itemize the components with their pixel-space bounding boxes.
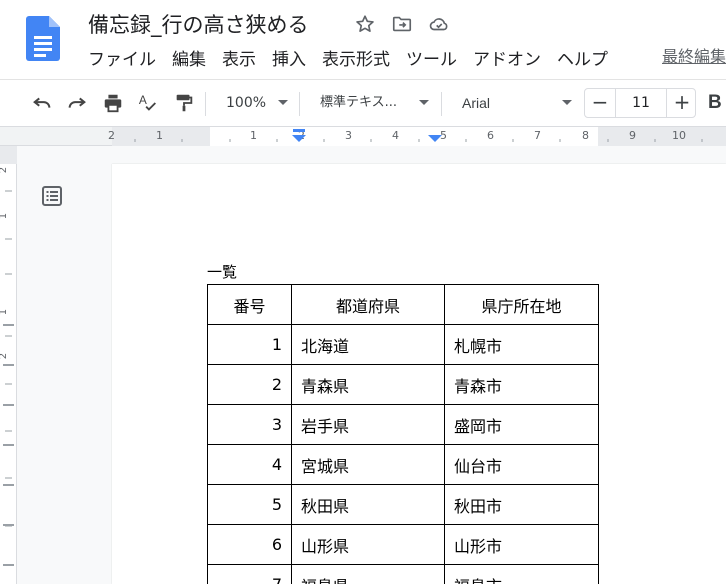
- menu-insert[interactable]: 挿入: [264, 46, 314, 74]
- header-number[interactable]: 番号: [207, 284, 292, 325]
- last-edit-link[interactable]: 最終編集: [662, 46, 726, 68]
- table-cell[interactable]: 6: [207, 524, 292, 565]
- menu-view[interactable]: 表示: [214, 46, 264, 74]
- redo-icon[interactable]: [65, 91, 89, 115]
- table-cell[interactable]: 北海道: [291, 324, 445, 365]
- font-size-input[interactable]: 11: [615, 89, 667, 117]
- header-capital[interactable]: 県庁所在地: [444, 284, 599, 325]
- font-size-stepper: − 11 +: [584, 88, 696, 118]
- increase-font-size-button[interactable]: +: [667, 89, 697, 117]
- menu-file[interactable]: ファイル: [80, 46, 164, 74]
- table-cell[interactable]: 山形県: [291, 524, 445, 565]
- ruler-label: 1: [0, 213, 10, 219]
- document-title[interactable]: 備忘録_行の高さ狭める: [88, 10, 309, 40]
- ruler-ticks: [3, 190, 14, 566]
- ruler-label: 4: [392, 129, 399, 142]
- table-cell[interactable]: 7: [207, 564, 292, 584]
- docs-logo-icon[interactable]: [26, 16, 60, 61]
- menu-addons[interactable]: アドオン: [465, 46, 549, 74]
- ruler-label: 7: [534, 129, 541, 142]
- table-header-row: 番号 都道府県 県庁所在地: [207, 284, 599, 325]
- ruler-label: 2: [0, 167, 10, 173]
- style-dropdown-icon[interactable]: [419, 100, 429, 105]
- decrease-font-size-button[interactable]: −: [585, 89, 615, 117]
- menu-help[interactable]: ヘルプ: [549, 46, 616, 74]
- font-dropdown-icon[interactable]: [562, 100, 572, 105]
- table-cell[interactable]: 秋田市: [444, 484, 599, 525]
- paragraph-style-select[interactable]: 標準テキス...: [320, 90, 397, 116]
- move-to-folder-icon[interactable]: [391, 13, 413, 35]
- toolbar-divider: [299, 92, 300, 116]
- app-header: 備忘録_行の高さ狭める ファイル 編集 表示 挿入 表示形式 ツール アドオン …: [0, 0, 726, 80]
- prefecture-table[interactable]: 番号 都道府県 県庁所在地 1 北海道 札幌市 2 青森県 青森市 3 岩手県 …: [207, 284, 599, 584]
- table-cell[interactable]: 札幌市: [444, 324, 599, 365]
- toolbar-divider: [441, 92, 442, 116]
- table-cell[interactable]: 4: [207, 444, 292, 485]
- font-select[interactable]: Arial: [462, 90, 490, 116]
- right-indent-marker-icon[interactable]: [427, 133, 443, 145]
- table-cell[interactable]: 仙台市: [444, 444, 599, 485]
- menu-format[interactable]: 表示形式: [314, 46, 398, 74]
- cloud-saved-icon[interactable]: [428, 13, 450, 35]
- vertical-ruler[interactable]: 2 1 1 2: [0, 146, 17, 584]
- ruler-label: 1: [156, 129, 163, 142]
- undo-icon[interactable]: [30, 91, 54, 115]
- table-row: 7 福島県 福島市: [207, 564, 599, 584]
- toolbar-divider: [205, 92, 206, 116]
- table-cell[interactable]: 5: [207, 484, 292, 525]
- spellcheck-icon[interactable]: A: [136, 91, 160, 115]
- table-cell[interactable]: 岩手県: [291, 404, 445, 445]
- document-outline-icon[interactable]: [40, 184, 64, 208]
- print-icon[interactable]: [101, 91, 125, 115]
- table-cell[interactable]: 青森市: [444, 364, 599, 405]
- ruler-label: 1: [250, 129, 257, 142]
- zoom-select[interactable]: 100%: [226, 90, 266, 116]
- table-cell[interactable]: 宮城県: [291, 444, 445, 485]
- table-row: 1 北海道 札幌市: [207, 324, 599, 365]
- header-prefecture[interactable]: 都道府県: [291, 284, 445, 325]
- table-cell[interactable]: 1: [207, 324, 292, 365]
- menu-tools[interactable]: ツール: [398, 46, 465, 74]
- table-cell[interactable]: 福島県: [291, 564, 445, 584]
- left-indent-marker-icon[interactable]: [290, 129, 308, 145]
- table-row: 5 秋田県 秋田市: [207, 484, 599, 525]
- star-icon[interactable]: [354, 13, 376, 35]
- ruler-label: 9: [629, 129, 636, 142]
- table-cell[interactable]: 3: [207, 404, 292, 445]
- ruler-label: 2: [0, 353, 10, 359]
- table-caption[interactable]: 一覧: [207, 262, 237, 282]
- table-cell[interactable]: 秋田県: [291, 484, 445, 525]
- table-row: 4 宮城県 仙台市: [207, 444, 599, 485]
- ruler-label: 3: [345, 129, 352, 142]
- ruler-label: 10: [672, 129, 686, 142]
- table-row: 3 岩手県 盛岡市: [207, 404, 599, 445]
- horizontal-ruler[interactable]: 2 1 1 2 3 4 5 6 7 8 9 10: [0, 127, 726, 146]
- ruler-label: 2: [108, 129, 115, 142]
- paint-format-icon[interactable]: [172, 91, 196, 115]
- table-cell[interactable]: 2: [207, 364, 292, 405]
- ruler-label: 8: [582, 129, 589, 142]
- table-row: 2 青森県 青森市: [207, 364, 599, 405]
- menu-edit[interactable]: 編集: [164, 46, 214, 74]
- menu-bar: ファイル 編集 表示 挿入 表示形式 ツール アドオン ヘルプ: [80, 46, 616, 74]
- table-cell[interactable]: 山形市: [444, 524, 599, 565]
- ruler-label: 1: [0, 309, 10, 315]
- svg-text:A: A: [139, 93, 147, 107]
- zoom-dropdown-icon[interactable]: [278, 100, 288, 105]
- table-row: 6 山形県 山形市: [207, 524, 599, 565]
- table-cell[interactable]: 福島市: [444, 564, 599, 584]
- bold-button[interactable]: B: [708, 90, 722, 116]
- table-cell[interactable]: 盛岡市: [444, 404, 599, 445]
- table-cell[interactable]: 青森県: [291, 364, 445, 405]
- ruler-label: 6: [487, 129, 494, 142]
